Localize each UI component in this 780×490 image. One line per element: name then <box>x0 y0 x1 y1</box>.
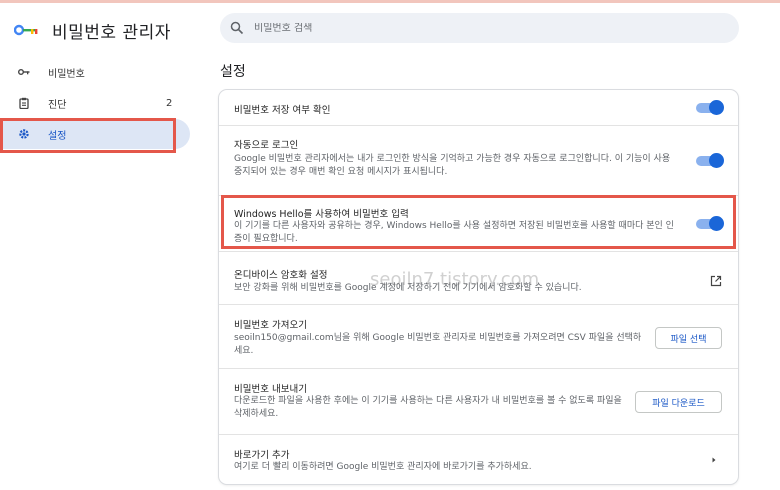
app-header: 비밀번호 관리자 <box>14 15 171 45</box>
search-icon <box>230 21 244 35</box>
checkup-count-badge: 2 <box>166 97 173 109</box>
offer-to-save-toggle[interactable] <box>696 100 724 115</box>
sidebar-item-checkup[interactable]: 진단 2 <box>0 88 190 118</box>
setting-title: 비밀번호 가져오기 <box>234 320 307 331</box>
setting-description: seoiln150@gmail.com님을 위해 Google 비밀번호 관리자… <box>234 333 642 356</box>
setting-title: Windows Hello를 사용하여 비밀번호 입력 <box>234 209 409 220</box>
settings-card: 비밀번호 저장 여부 확인 자동으로 로그인 Google 비밀번호 관리자에서… <box>219 90 738 484</box>
setting-title: 비밀번호 저장 여부 확인 <box>234 105 331 116</box>
select-file-button[interactable]: 파일 선택 <box>655 327 722 349</box>
clipboard-icon <box>18 97 30 109</box>
setting-import-passwords: 비밀번호 가져오기 seoiln150@gmail.com님을 위해 Googl… <box>219 304 738 368</box>
app-title: 비밀번호 관리자 <box>52 22 171 43</box>
key-logo-icon <box>14 24 38 36</box>
setting-windows-hello: Windows Hello를 사용하여 비밀번호 입력 이 기기를 다른 사용자… <box>219 195 738 251</box>
toggle-knob <box>709 100 724 115</box>
setting-offer-to-save: 비밀번호 저장 여부 확인 <box>219 90 738 125</box>
sidebar-item-passwords[interactable]: 비밀번호 <box>0 57 190 87</box>
setting-auto-signin: 자동으로 로그인 Google 비밀번호 관리자에서는 내가 로그인한 방식을 … <box>219 125 738 195</box>
sidebar: 비밀번호 진단 2 설정 <box>0 57 190 153</box>
download-file-button[interactable]: 파일 다운로드 <box>635 391 722 413</box>
setting-description: 여기로 더 빨리 이동하려면 Google 비밀번호 관리자에 바로가기를 추가… <box>234 462 532 472</box>
setting-export-passwords: 비밀번호 내보내기 다운로드한 파일을 사용한 후에는 이 기기를 사용하는 다… <box>219 368 738 434</box>
search-input[interactable] <box>254 22 654 34</box>
sidebar-item-label: 진단 <box>48 99 67 111</box>
page-title: 설정 <box>220 64 246 80</box>
sidebar-item-label: 비밀번호 <box>48 68 85 80</box>
sidebar-item-settings[interactable]: 설정 <box>0 118 190 153</box>
gear-icon <box>18 128 30 140</box>
setting-description: 이 기기를 다른 사용자와 공유하는 경우, Windows Hello를 사용… <box>234 221 674 244</box>
toggle-knob <box>709 216 724 231</box>
auto-signin-toggle[interactable] <box>696 153 724 168</box>
setting-title: 비밀번호 내보내기 <box>234 384 307 395</box>
setting-description: 보안 강화를 위해 비밀번호를 Google 계정에 저장하기 전에 기기에서 … <box>234 283 582 293</box>
sidebar-item-label: 설정 <box>48 130 67 142</box>
setting-title: 자동으로 로그인 <box>234 140 299 151</box>
setting-on-device-encryption[interactable]: 온디바이스 암호화 설정 보안 강화를 위해 비밀번호를 Google 계정에 … <box>219 251 738 304</box>
windows-hello-toggle[interactable] <box>696 216 724 231</box>
key-icon <box>18 66 30 78</box>
search-bar[interactable] <box>220 13 739 43</box>
chevron-right-icon <box>712 457 716 463</box>
setting-description: 다운로드한 파일을 사용한 후에는 이 기기를 사용하는 다른 사용자가 내 비… <box>234 396 622 419</box>
open-in-new-icon[interactable] <box>710 275 722 287</box>
setting-description: Google 비밀번호 관리자에서는 내가 로그인한 방식을 기억하고 가능한 … <box>234 154 671 177</box>
setting-add-shortcut[interactable]: 바로가기 추가 여기로 더 빨리 이동하려면 Google 비밀번호 관리자에 … <box>219 434 738 484</box>
setting-title: 온디바이스 암호화 설정 <box>234 270 328 281</box>
toggle-knob <box>709 153 724 168</box>
setting-title: 바로가기 추가 <box>234 450 290 461</box>
